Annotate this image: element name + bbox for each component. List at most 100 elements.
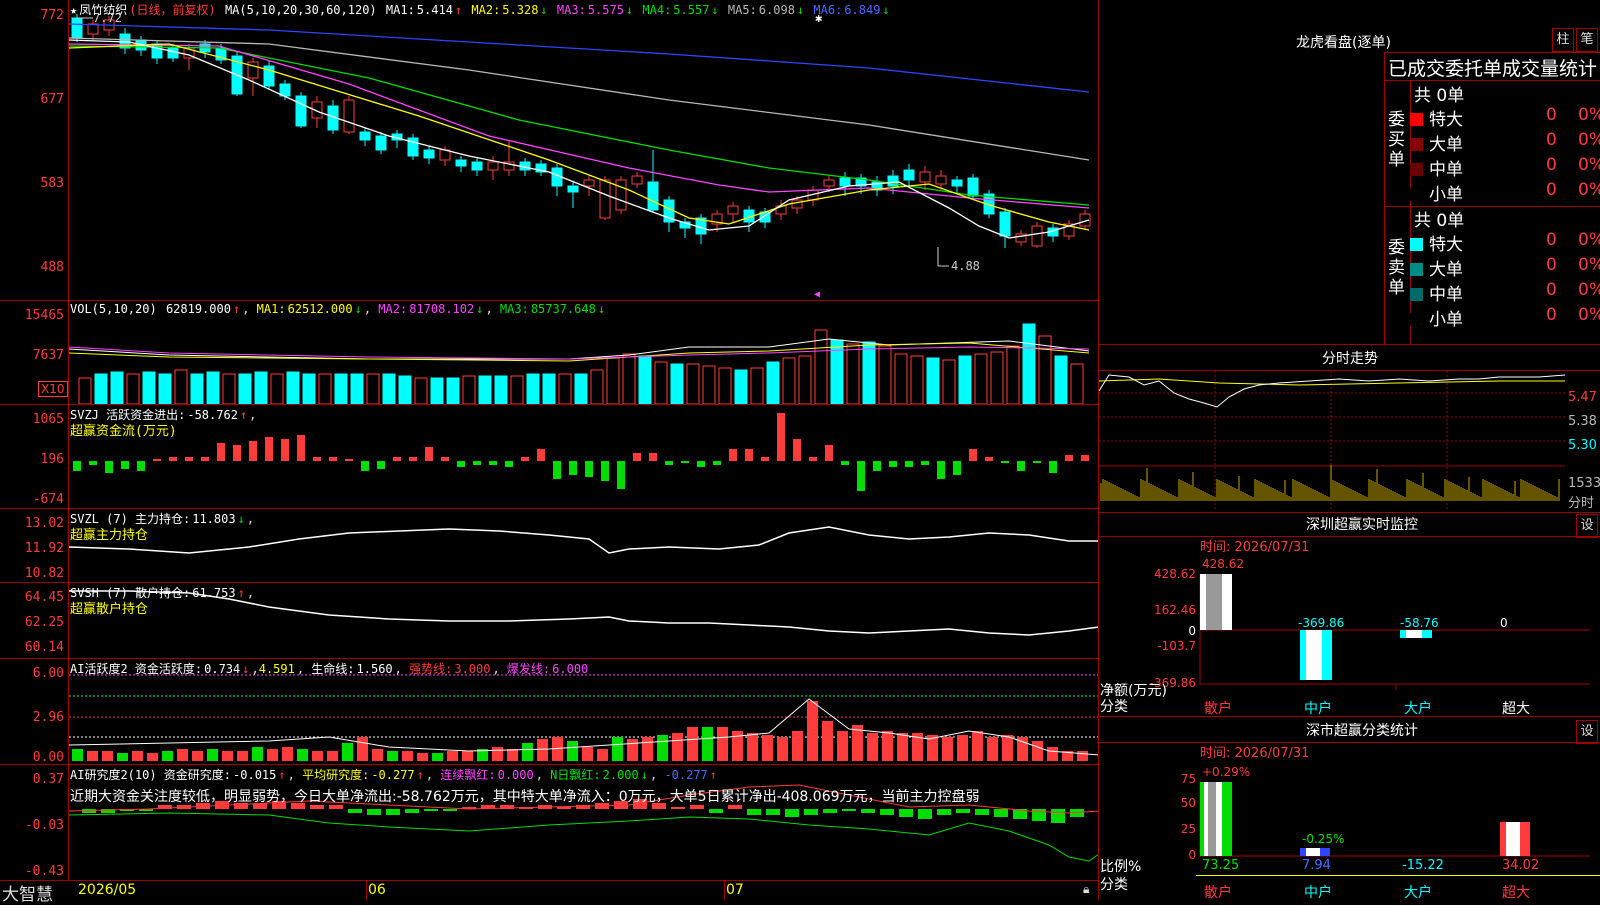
candle-body xyxy=(471,161,483,171)
activity-bar xyxy=(327,751,338,761)
volume-bar xyxy=(318,373,332,404)
y-tick: 488 xyxy=(40,260,64,275)
flow-bar xyxy=(809,457,817,461)
sell-label: 委卖单 xyxy=(1388,238,1405,298)
y-tick: 15465 xyxy=(24,308,64,323)
activity-bar xyxy=(1032,741,1043,761)
candle-body xyxy=(999,211,1011,237)
settings-button[interactable]: 设 xyxy=(1576,514,1598,538)
pen-button[interactable]: 笔 xyxy=(1576,28,1598,52)
activity-bar xyxy=(582,747,593,761)
buy-total: 共 0单 xyxy=(1414,86,1465,106)
flow-bar xyxy=(281,439,289,461)
candle-body xyxy=(487,161,499,171)
flow-bar xyxy=(729,449,737,461)
y-tick: 583 xyxy=(40,176,64,191)
order-row: 小单00% xyxy=(1410,180,1600,205)
order-row: 中单00% xyxy=(1410,155,1600,180)
vol-unit[interactable]: X10 xyxy=(38,381,68,397)
activity-bar xyxy=(882,731,893,761)
volume-bar xyxy=(110,371,124,404)
star-icon[interactable]: ★ xyxy=(70,3,77,17)
vol-legend: VOL(5,10,20) 62819.000 ↑, MA1: 62512.000 ↓,… xyxy=(70,302,606,316)
flow-bar xyxy=(857,461,865,491)
intraday-chart[interactable] xyxy=(1099,371,1565,511)
flow-bar xyxy=(169,457,177,461)
volume-bar xyxy=(94,373,108,404)
activity-bar xyxy=(1002,735,1013,761)
settings-button[interactable]: 设 xyxy=(1576,720,1598,744)
brand-logo[interactable]: 大智慧 xyxy=(2,880,53,905)
lock-icon[interactable]: 🔒︎ xyxy=(1083,882,1089,897)
color-swatch xyxy=(1410,163,1423,176)
volume-bar xyxy=(654,361,668,404)
volume-chart[interactable] xyxy=(69,301,1098,404)
activity-bar xyxy=(192,751,203,761)
activity-bar xyxy=(687,727,698,761)
activity-bar xyxy=(147,753,158,761)
flow-bar xyxy=(361,461,369,471)
research-bar xyxy=(1051,809,1065,823)
activity-bar xyxy=(117,753,128,761)
flow-bar xyxy=(601,461,609,481)
activity-bar xyxy=(462,751,473,761)
volume-bar xyxy=(638,355,652,404)
activity-bar xyxy=(792,731,803,761)
research-bar xyxy=(766,809,780,815)
flow-bar xyxy=(249,441,257,461)
sz-class-title: 深市超赢分类统计 xyxy=(1306,723,1418,739)
volume-bar xyxy=(350,373,364,404)
activity-bar xyxy=(267,749,278,761)
order-row: 中单00% xyxy=(1410,280,1600,305)
flow-bar xyxy=(89,461,97,465)
volume-bar xyxy=(398,375,412,404)
candle-body xyxy=(791,199,803,209)
activity-bar xyxy=(642,737,653,761)
flow-bar xyxy=(617,461,625,489)
volume-bar xyxy=(1006,345,1020,404)
research-bar xyxy=(937,809,951,815)
research-bar xyxy=(823,809,837,813)
research-bar xyxy=(709,809,723,813)
activity-bar xyxy=(492,747,503,761)
volume-bar xyxy=(574,373,588,404)
column-button[interactable]: 柱 xyxy=(1552,28,1574,52)
order-row: 特大00% xyxy=(1410,230,1600,255)
flow-bar xyxy=(633,453,641,461)
volume-bar xyxy=(942,359,956,404)
row-label: 小单 xyxy=(1429,185,1463,205)
candle-body xyxy=(1031,225,1043,247)
activity-bar xyxy=(312,751,323,761)
volume-bar xyxy=(894,353,908,404)
research-bar xyxy=(975,809,989,815)
row-label: 大单 xyxy=(1429,135,1463,155)
candlestick-chart[interactable]: 7.72 4.88 ✱ ◀ xyxy=(69,0,1098,300)
activity-bar xyxy=(597,749,608,761)
sell-total: 共 0单 xyxy=(1414,211,1465,231)
flow-bar xyxy=(409,457,417,461)
volume-bar xyxy=(462,375,476,404)
flow-bar xyxy=(1001,461,1009,463)
activity-bar xyxy=(237,751,248,761)
stock-name[interactable]: 凤竹纺织 xyxy=(79,3,127,17)
volume-bar xyxy=(782,357,796,404)
ma-label: MA(5,10,20,30,60,120) xyxy=(224,3,377,17)
flow-bar xyxy=(217,443,225,461)
candle-body xyxy=(839,177,851,187)
activity-bar xyxy=(432,753,443,761)
period-label[interactable]: (日线，前复权) xyxy=(129,3,215,17)
research-bar xyxy=(747,809,761,815)
volume-bar xyxy=(126,373,140,404)
volume-bar xyxy=(718,367,732,404)
flow-bar xyxy=(905,461,913,467)
activity-bar xyxy=(402,751,413,761)
activity-bar xyxy=(702,727,713,761)
research-bar xyxy=(918,809,932,819)
activity-bar xyxy=(807,701,818,761)
activity-bar xyxy=(612,737,623,761)
volume-bar xyxy=(910,355,924,404)
low-marker: 4.88 xyxy=(951,259,980,273)
order-row: 大单00% xyxy=(1410,130,1600,155)
research-bar xyxy=(671,807,685,809)
activity-bar xyxy=(207,749,218,761)
